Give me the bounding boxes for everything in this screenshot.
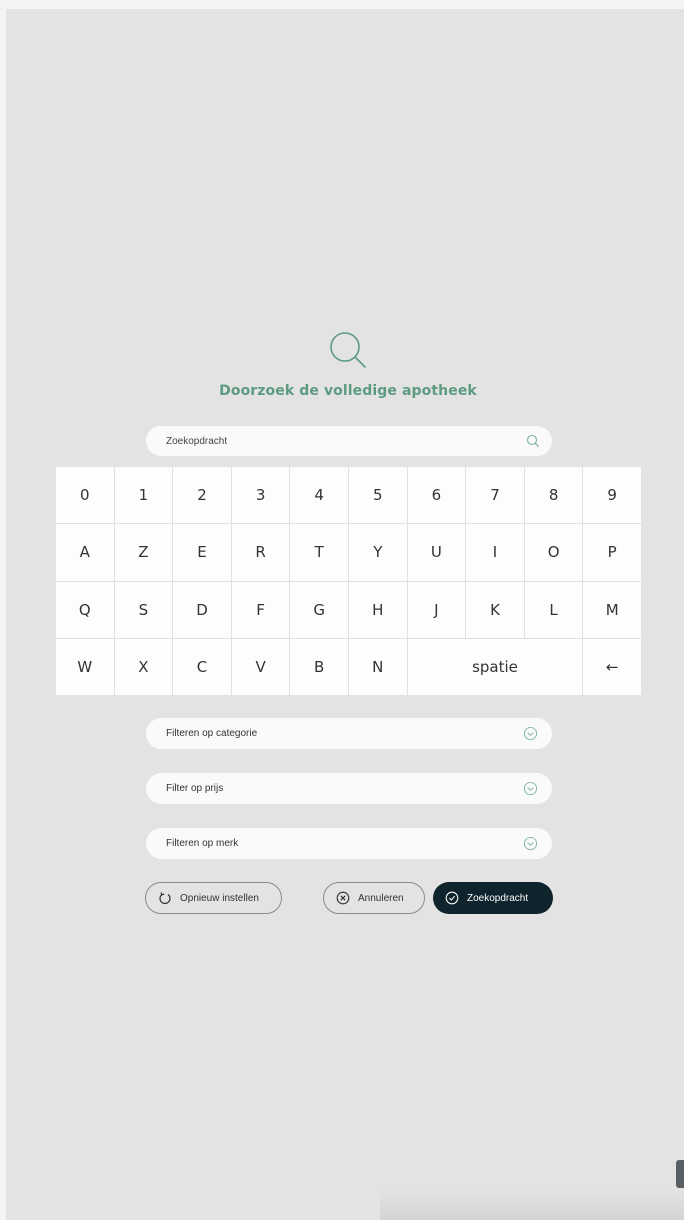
page-title: Doorzoek de volledige apotheek [219, 383, 477, 399]
key-j[interactable]: J [407, 581, 466, 638]
key-s[interactable]: S [114, 581, 173, 638]
key-h[interactable]: H [348, 581, 407, 638]
key-e[interactable]: E [173, 524, 231, 581]
filter-category-dropdown[interactable]: Filteren op categorie [146, 718, 552, 749]
key-x[interactable]: X [114, 638, 173, 695]
key-d[interactable]: D [173, 581, 231, 638]
key-space[interactable]: spatie [407, 638, 583, 695]
key-2[interactable]: 2 [173, 467, 231, 524]
key-3[interactable]: 3 [231, 467, 290, 524]
reset-button[interactable]: Opnieuw instellen [145, 882, 282, 914]
key-b[interactable]: B [290, 638, 348, 695]
key-v[interactable]: V [231, 638, 290, 695]
key-o[interactable]: O [524, 524, 583, 581]
key-5[interactable]: 5 [348, 467, 407, 524]
side-widget-handle[interactable] [676, 1160, 684, 1188]
reset-button-label: Opnieuw instellen [180, 892, 259, 904]
key-c[interactable]: C [173, 638, 231, 695]
key-backspace[interactable]: ← [583, 638, 641, 695]
search-input[interactable]: Zoekopdracht [146, 426, 552, 456]
reset-icon [159, 892, 171, 905]
chevron-down-circle-icon [523, 836, 538, 851]
key-n[interactable]: N [348, 638, 407, 695]
key-k[interactable]: K [466, 581, 524, 638]
chevron-down-circle-icon [523, 726, 538, 741]
key-4[interactable]: 4 [290, 467, 348, 524]
search-placeholder: Zoekopdracht [166, 435, 228, 447]
key-8[interactable]: 8 [524, 467, 583, 524]
cancel-button-label: Annuleren [358, 892, 404, 904]
key-t[interactable]: T [290, 524, 348, 581]
key-6[interactable]: 6 [407, 467, 466, 524]
key-g[interactable]: G [290, 581, 348, 638]
key-y[interactable]: Y [348, 524, 407, 581]
bottom-shadow [380, 1190, 684, 1220]
key-w[interactable]: W [56, 638, 114, 695]
key-9[interactable]: 9 [583, 467, 641, 524]
filter-category-label: Filteren op categorie [166, 728, 258, 739]
submit-button-label: Zoekopdracht [467, 892, 529, 904]
key-z[interactable]: Z [114, 524, 173, 581]
submit-search-button[interactable]: Zoekopdracht [433, 882, 553, 914]
key-0[interactable]: 0 [56, 467, 114, 524]
key-l[interactable]: L [524, 581, 583, 638]
key-f[interactable]: F [231, 581, 290, 638]
search-icon [330, 332, 366, 368]
key-r[interactable]: R [231, 524, 290, 581]
cancel-button[interactable]: Annuleren [323, 882, 425, 914]
filter-price-dropdown[interactable]: Filter op prijs [146, 773, 552, 804]
close-circle-icon [336, 891, 350, 905]
filter-brand-label: Filteren op merk [166, 838, 239, 849]
key-m[interactable]: M [583, 581, 641, 638]
key-i[interactable]: I [466, 524, 524, 581]
chevron-down-circle-icon [523, 781, 538, 796]
check-circle-icon [445, 891, 459, 905]
key-q[interactable]: Q [56, 581, 114, 638]
on-screen-keyboard: 0 1 2 3 4 5 6 7 8 9 A Z E R T Y U I O P … [56, 467, 641, 695]
filter-price-label: Filter op prijs [166, 783, 224, 794]
key-p[interactable]: P [583, 524, 641, 581]
key-1[interactable]: 1 [114, 467, 173, 524]
filter-brand-dropdown[interactable]: Filteren op merk [146, 828, 552, 859]
key-a[interactable]: A [56, 524, 114, 581]
key-u[interactable]: U [407, 524, 466, 581]
search-icon[interactable] [526, 434, 540, 448]
key-7[interactable]: 7 [466, 467, 524, 524]
